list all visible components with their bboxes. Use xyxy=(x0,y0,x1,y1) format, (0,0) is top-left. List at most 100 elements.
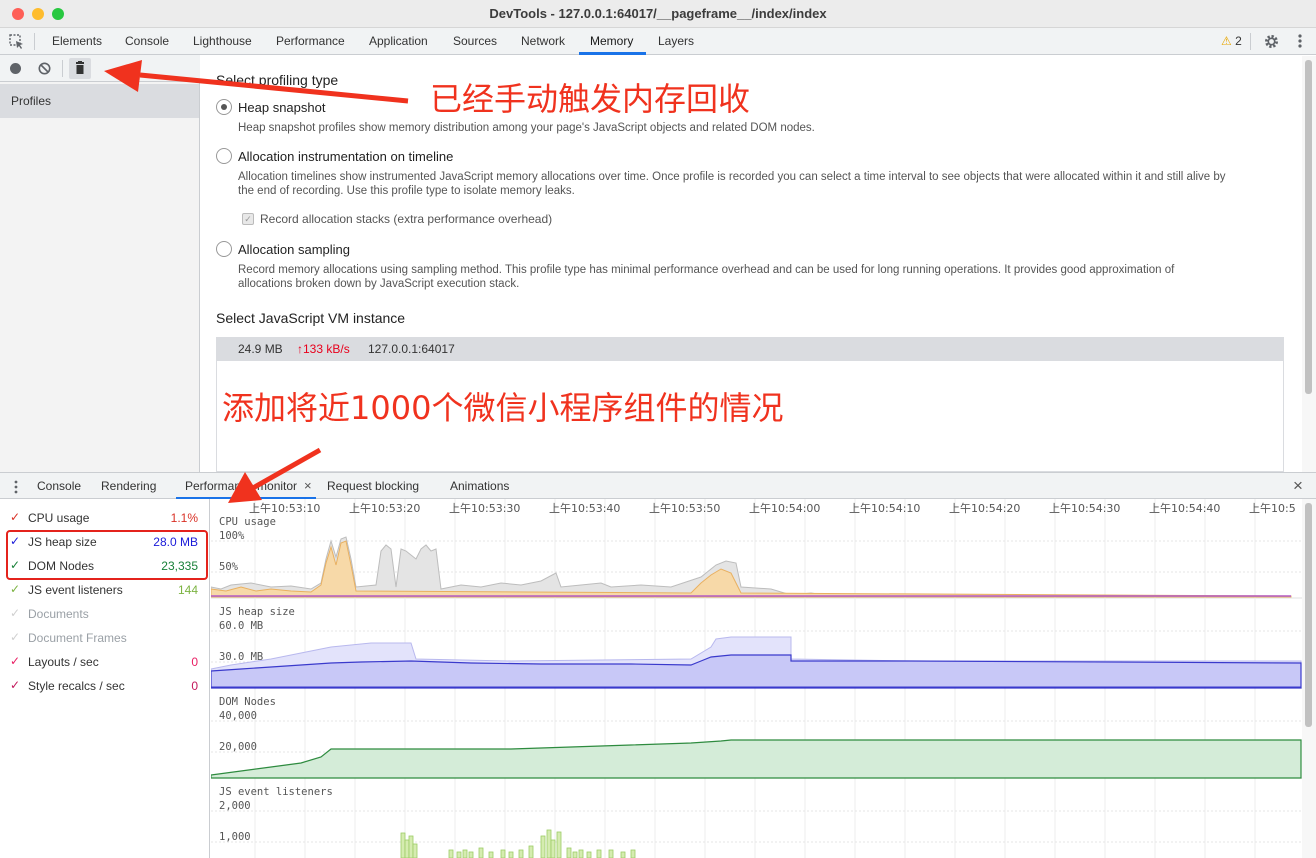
event-listener-bar xyxy=(556,831,562,858)
performance-monitor-chart: 上午10:53:10 上午10:53:20 上午10:53:30 上午10:53:40… xyxy=(211,499,1302,858)
warnings-count: 2 xyxy=(1235,34,1242,48)
event-listener-bar xyxy=(578,849,584,858)
warnings-badge[interactable]: ⚠ 2 xyxy=(1221,34,1242,48)
cpu-other-area xyxy=(211,536,1292,598)
drawer-tab-rendering[interactable]: Rendering xyxy=(101,479,156,493)
profiles-toolbar xyxy=(0,55,200,82)
drawer-tab-performance-monitor[interactable]: Performance monitor xyxy=(185,479,297,493)
drawer-menu-icon[interactable] xyxy=(13,479,19,495)
event-listener-bar xyxy=(478,847,484,858)
event-listener-bar xyxy=(608,849,614,858)
metric-layouts-sec[interactable]: ✓ Layouts / sec 0 xyxy=(10,650,200,674)
allocation-timeline-description: Allocation timelines show instrumented J… xyxy=(238,171,1226,183)
pane-title: DOM Nodes xyxy=(219,696,276,708)
vm-allocation-rate: ↑133 kB/s xyxy=(297,342,350,356)
warning-icon: ⚠ xyxy=(1221,34,1232,48)
heap-snapshot-radio[interactable] xyxy=(216,99,232,115)
metric-js-event-listeners[interactable]: ✓ JS event listeners 144 xyxy=(10,578,200,602)
record-button[interactable] xyxy=(10,63,21,74)
vm-host: 127.0.0.1:64017 xyxy=(368,342,455,356)
metric-checkbox[interactable]: ✓ xyxy=(10,654,20,668)
metric-value: 0 xyxy=(191,679,198,693)
toolbar-divider xyxy=(1250,33,1251,50)
allocation-timeline-label: Allocation instrumentation on timeline xyxy=(238,149,454,164)
chart-scrollbar[interactable] xyxy=(1302,499,1316,858)
drawer-tab-console[interactable]: Console xyxy=(37,479,81,493)
vm-heap-size: 24.9 MB xyxy=(238,342,283,356)
scrollbar-thumb[interactable] xyxy=(1305,60,1312,394)
event-listener-bar xyxy=(540,835,546,858)
allocation-sampling-radio[interactable] xyxy=(216,241,232,257)
active-tab-indicator xyxy=(579,52,646,55)
metric-label: JS event listeners xyxy=(28,583,123,597)
drawer-tab-bar: Console Rendering Performance monitor × … xyxy=(0,472,1316,499)
scrollbar-thumb[interactable] xyxy=(1305,503,1312,727)
inspect-element-icon[interactable] xyxy=(8,33,25,50)
highlight-box xyxy=(6,530,208,580)
event-listener-bar xyxy=(408,835,414,858)
tab-memory[interactable]: Memory xyxy=(590,34,633,48)
tab-console[interactable]: Console xyxy=(125,34,169,48)
time-label: 上午10:54:10 xyxy=(849,502,920,515)
tab-elements[interactable]: Elements xyxy=(52,34,102,48)
metric-value: 0 xyxy=(191,655,198,669)
metric-checkbox[interactable]: ✓ xyxy=(10,606,20,620)
toolbar-divider xyxy=(34,33,35,50)
gear-icon[interactable] xyxy=(1263,33,1280,50)
metric-document-frames[interactable]: ✓ Document Frames xyxy=(10,626,200,650)
close-drawer-icon[interactable]: × xyxy=(1293,476,1303,496)
event-listener-bar xyxy=(630,849,636,858)
record-stacks-label: Record allocation stacks (extra performa… xyxy=(260,212,553,226)
tick-label: 1,000 xyxy=(219,831,251,843)
event-listener-bar xyxy=(488,851,494,858)
record-stacks-checkbox[interactable]: ✓ xyxy=(242,213,254,225)
event-listener-bar xyxy=(566,847,572,858)
tab-sources[interactable]: Sources xyxy=(453,34,497,48)
time-label: 上午10:53:30 xyxy=(449,502,520,515)
memory-scrollbar[interactable] xyxy=(1302,56,1316,472)
metric-documents[interactable]: ✓ Documents xyxy=(10,602,200,626)
trash-icon xyxy=(76,61,84,74)
tick-label: 20,000 xyxy=(219,741,257,753)
metric-label: CPU usage xyxy=(28,511,90,525)
tab-layers[interactable]: Layers xyxy=(658,34,694,48)
vm-instance-row[interactable]: 24.9 MB ↑133 kB/s 127.0.0.1:64017 xyxy=(216,337,1284,361)
time-label: 上午10:53:40 xyxy=(549,502,620,515)
window-titlebar: DevTools - 127.0.0.1:64017/__pageframe__… xyxy=(0,0,1316,28)
metric-label: Document Frames xyxy=(28,631,127,645)
sidebar-item-profiles[interactable]: Profiles xyxy=(0,84,199,118)
time-label: 上午10:53:20 xyxy=(349,502,420,515)
close-tab-icon[interactable]: × xyxy=(304,478,312,493)
vm-instance-heading: Select JavaScript VM instance xyxy=(216,310,406,326)
tab-network[interactable]: Network xyxy=(521,34,565,48)
tab-performance[interactable]: Performance xyxy=(276,34,345,48)
drawer-tab-request-blocking[interactable]: Request blocking xyxy=(327,479,419,493)
metric-checkbox[interactable]: ✓ xyxy=(10,510,20,524)
clear-all-profiles-icon[interactable] xyxy=(38,62,51,75)
metric-checkbox[interactable]: ✓ xyxy=(10,678,20,692)
event-listener-bar xyxy=(468,851,474,858)
dom-nodes-area xyxy=(211,739,1302,779)
metric-label: Style recalcs / sec xyxy=(28,679,125,693)
metric-label: Layouts / sec xyxy=(28,655,99,669)
tab-application[interactable]: Application xyxy=(369,34,428,48)
event-listener-bar xyxy=(404,839,410,858)
metric-checkbox[interactable]: ✓ xyxy=(10,582,20,596)
heap-snapshot-label: Heap snapshot xyxy=(238,100,326,115)
metric-checkbox[interactable]: ✓ xyxy=(10,630,20,644)
metric-value: 1.1% xyxy=(170,511,198,525)
more-options-icon[interactable] xyxy=(1296,32,1304,50)
heap-snapshot-description: Heap snapshot profiles show memory distr… xyxy=(238,122,815,134)
allocation-sampling-description: Record memory allocations using sampling… xyxy=(238,264,1175,276)
time-label: 上午10:54:00 xyxy=(749,502,820,515)
allocation-timeline-radio[interactable] xyxy=(216,148,232,164)
collect-garbage-button[interactable] xyxy=(69,58,91,79)
time-label: 上午10:54:30 xyxy=(1049,502,1120,515)
metric-cpu-usage[interactable]: ✓ CPU usage 1.1% xyxy=(10,506,200,530)
event-listener-bar xyxy=(572,851,578,858)
tab-lighthouse[interactable]: Lighthouse xyxy=(193,34,252,48)
drawer-tab-animations[interactable]: Animations xyxy=(450,479,509,493)
metric-style-recalcs-sec[interactable]: ✓ Style recalcs / sec 0 xyxy=(10,674,200,698)
event-listener-bar xyxy=(448,849,454,858)
allocation-sampling-description-2: allocations broken down by JavaScript ex… xyxy=(238,278,520,290)
